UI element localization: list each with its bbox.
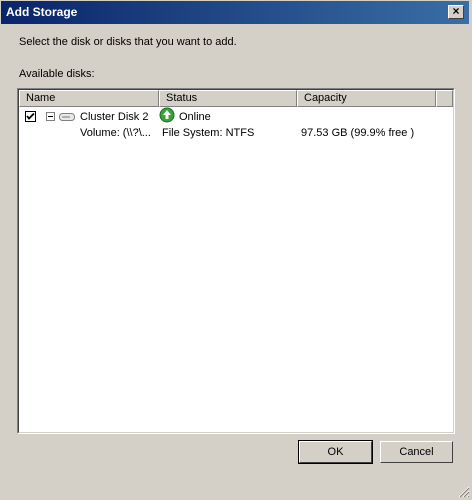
disk-name: Cluster Disk 2 <box>80 111 149 123</box>
column-header-filler <box>436 90 453 107</box>
volume-filesystem: File System: NTFS <box>162 127 255 139</box>
resize-grip-icon[interactable] <box>458 486 470 498</box>
close-button[interactable]: × <box>448 5 464 19</box>
disk-status: Online <box>179 111 211 123</box>
list-item-volume[interactable]: Volume: (\\?\... File System: NTFS 97.53… <box>19 125 451 141</box>
column-header-capacity[interactable]: Capacity <box>297 90 436 107</box>
checkmark-icon <box>26 112 35 120</box>
collapse-toggle[interactable] <box>46 112 55 121</box>
cancel-button[interactable]: Cancel <box>380 441 453 463</box>
disk-icon <box>59 113 75 121</box>
available-disks-label: Available disks: <box>19 68 95 80</box>
ok-button[interactable]: OK <box>298 440 373 464</box>
title-bar[interactable]: Add Storage × <box>1 1 469 24</box>
list-item-disk[interactable]: Cluster Disk 2 Online <box>19 107 451 125</box>
disks-list[interactable]: Name Status Capacity Cluster Disk 2 Onli… <box>17 88 455 434</box>
list-header: Name Status Capacity <box>19 90 453 107</box>
instruction-text: Select the disk or disks that you want t… <box>19 36 237 48</box>
close-icon: × <box>452 4 460 18</box>
column-header-status[interactable]: Status <box>159 90 297 107</box>
volume-name: Volume: (\\?\... <box>80 127 151 139</box>
disk-checkbox[interactable] <box>25 111 36 122</box>
dialog-title: Add Storage <box>6 5 78 19</box>
add-storage-dialog: Add Storage × Select the disk or disks t… <box>0 0 472 500</box>
column-header-name[interactable]: Name <box>19 90 159 107</box>
volume-capacity: 97.53 GB (99.9% free ) <box>301 127 415 139</box>
online-arrow-icon <box>159 107 175 123</box>
